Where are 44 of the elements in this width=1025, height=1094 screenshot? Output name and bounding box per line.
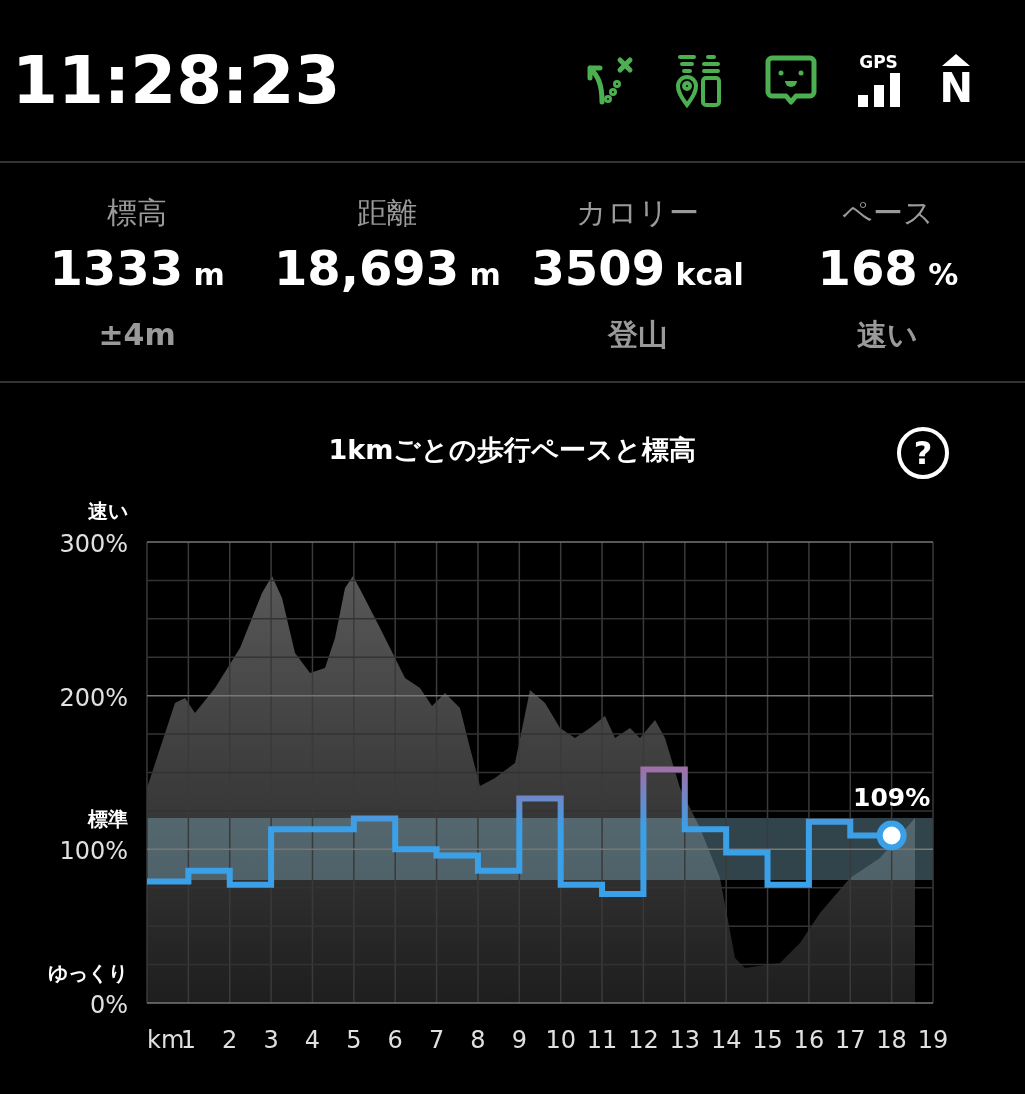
x-axis-label: 17 [835,1026,866,1054]
stat-label: 標高 [107,194,168,232]
stat-subtext: 登山 [607,316,668,354]
y-axis-label: 100% [59,837,128,866]
stat-label: ペース [841,194,934,232]
x-axis-label: 3 [263,1026,279,1054]
stat-label: カロリー [576,194,700,232]
gps-signal-indicator[interactable]: GPS [855,54,902,107]
stat-label: 距離 [357,194,418,232]
x-axis-label: 14 [710,1026,742,1054]
y-axis-label: 300% [59,530,128,558]
stat-value: 1333 m [49,239,225,298]
x-axis-label: 5 [346,1026,362,1054]
x-axis-label: 18 [876,1026,907,1054]
x-axis-label: 19 [917,1026,949,1054]
stat-value: 168 % [817,239,959,298]
x-axis-label: 13 [669,1026,701,1054]
axis-note: 速い [88,499,128,523]
stat-value: 3509 kcal [531,239,744,298]
stat-subtext: ±4m [98,316,176,354]
y-axis-label: 0% [89,991,128,1019]
current-point-marker [876,820,907,851]
x-axis-label: 7 [428,1026,445,1054]
x-axis-label: 9 [511,1026,527,1054]
help-button[interactable]: ? [897,427,949,479]
x-axis-label: 8 [470,1026,486,1054]
axis-note: ゆっくり [48,961,128,985]
axis-note: 標準 [88,807,128,831]
chart-title: 1kmごとの歩行ペースと標高 [328,433,697,468]
current-pace-label: 109% [853,782,931,812]
x-axis-label: 10 [545,1026,576,1054]
compass-north-indicator[interactable]: N [939,53,973,108]
y-axis-label: 200% [59,683,128,712]
x-axis-label: 12 [628,1026,659,1054]
x-axis-label: 4 [304,1026,321,1054]
x-axis-label: 15 [752,1026,783,1054]
stat-subtext: 速い [857,316,919,354]
x-axis-label: 2 [222,1026,238,1054]
smiley-message-icon[interactable] [763,53,818,108]
x-axis-label: 6 [387,1026,403,1054]
x-axis-label: 16 [793,1026,825,1054]
x-axis-label: 11 [586,1026,618,1054]
clock-time: 11:28:23 [12,47,341,114]
stat-value: 18,693 m [273,239,501,298]
